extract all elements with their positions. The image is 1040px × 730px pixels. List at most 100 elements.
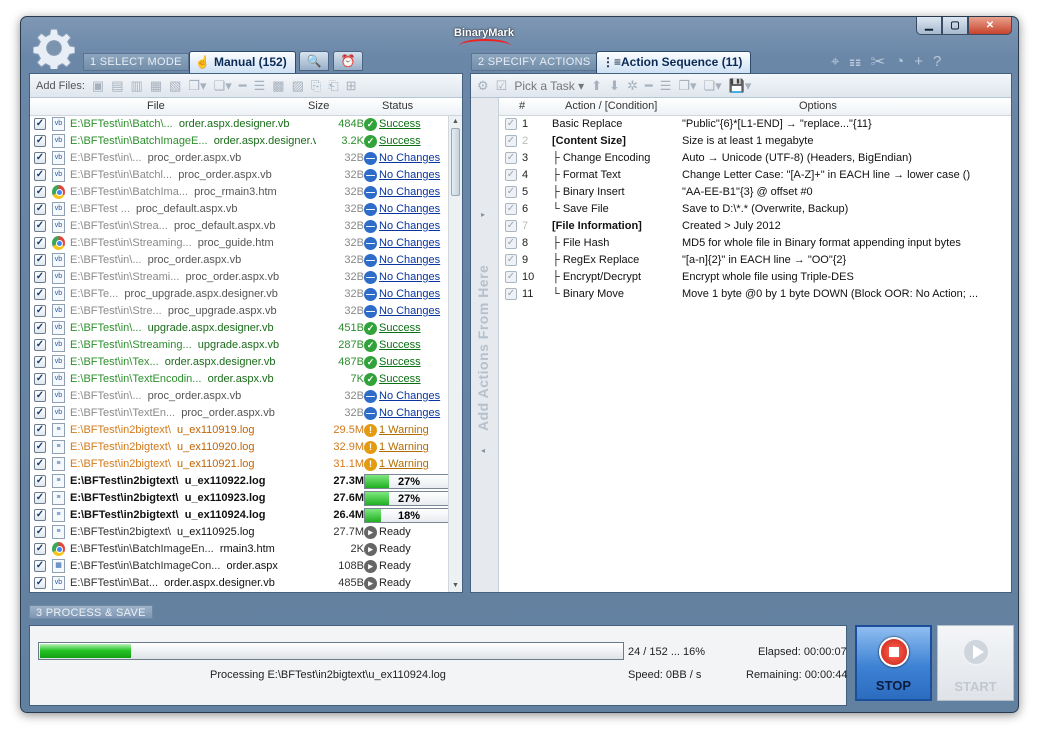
file-checkbox[interactable]: ✓ bbox=[34, 220, 46, 232]
file-checkbox[interactable]: ✓ bbox=[34, 203, 46, 215]
column-number[interactable]: # bbox=[519, 100, 525, 112]
file-status[interactable]: No Changes bbox=[379, 152, 440, 164]
file-status[interactable]: Success bbox=[379, 135, 421, 147]
file-status[interactable]: No Changes bbox=[379, 203, 440, 215]
file-row[interactable]: ✓ ≡ E:\BFTest\in2bigtext\ u_ex110919.log 29… bbox=[30, 422, 448, 439]
action-checkbox[interactable]: ✓ bbox=[505, 152, 517, 164]
settings-gear-icon[interactable] bbox=[33, 27, 75, 69]
file-status[interactable]: Success bbox=[379, 356, 421, 368]
scroll-up-icon[interactable]: ▲ bbox=[449, 116, 462, 128]
file-checkbox[interactable]: ✓ bbox=[34, 390, 46, 402]
action-row[interactable]: ✓ 10 ├ Encrypt/Decrypt Encrypt whole file u… bbox=[499, 269, 1011, 286]
action-row[interactable]: ✓ 4 ├ Format Text Change Letter Case: "[A-Z… bbox=[499, 167, 1011, 184]
tab-schedule[interactable]: ⏰ bbox=[333, 51, 363, 71]
paste-action-icon[interactable]: ❏▾ bbox=[704, 78, 722, 94]
file-row[interactable]: ✓ vb E:\BFTest\in\Batch\... order.aspx.des… bbox=[30, 116, 448, 133]
file-checkbox[interactable]: ✓ bbox=[34, 458, 46, 470]
action-checkbox[interactable]: ✓ bbox=[505, 169, 517, 181]
file-checkbox[interactable]: ✓ bbox=[34, 186, 46, 198]
file-checkbox[interactable]: ✓ bbox=[34, 305, 46, 317]
action-checkbox[interactable]: ✓ bbox=[505, 203, 517, 215]
scroll-thumb[interactable] bbox=[451, 128, 460, 196]
file-checkbox[interactable]: ✓ bbox=[34, 509, 46, 521]
check-all-icon[interactable]: ☑ bbox=[496, 78, 508, 94]
file-checkbox[interactable]: ✓ bbox=[34, 475, 46, 487]
select-all-icon[interactable]: ▩ bbox=[272, 78, 284, 94]
file-checkbox[interactable]: ✓ bbox=[34, 339, 46, 351]
file-checkbox[interactable]: ✓ bbox=[34, 407, 46, 419]
file-checkbox[interactable]: ✓ bbox=[34, 356, 46, 368]
remove-action-icon[interactable]: ━ bbox=[645, 78, 653, 94]
pick-task-dropdown[interactable]: Pick a Task ▾ bbox=[514, 79, 584, 93]
action-row[interactable]: ✓ 8 ├ File Hash MD5 for whole file in Binar… bbox=[499, 235, 1011, 252]
file-row[interactable]: ✓ vb E:\BFTest\in\... proc_order.aspx.vb 32… bbox=[30, 252, 448, 269]
signal-icon[interactable]: ◔ bbox=[895, 53, 914, 70]
file-status[interactable]: Success bbox=[379, 322, 421, 334]
file-status[interactable]: No Changes bbox=[379, 390, 440, 402]
add-list-icon[interactable]: ▦ bbox=[150, 78, 162, 94]
tab-manual[interactable]: ☝ Manual (152) bbox=[189, 51, 296, 73]
file-checkbox[interactable]: ✓ bbox=[34, 424, 46, 436]
column-options[interactable]: Options bbox=[799, 100, 837, 112]
file-status[interactable]: Success bbox=[379, 373, 421, 385]
file-status[interactable]: No Changes bbox=[379, 237, 440, 249]
start-button[interactable]: START bbox=[937, 625, 1014, 701]
action-checkbox[interactable]: ✓ bbox=[505, 118, 517, 130]
copy-action-icon[interactable]: ❐▾ bbox=[678, 78, 696, 94]
file-row[interactable]: ✓ ▦ E:\BFTest\in\BatchImageCon... order.as… bbox=[30, 558, 448, 575]
file-row[interactable]: ✓ ≡ E:\BFTest\in2bigtext\ u_ex110921.log 31… bbox=[30, 456, 448, 473]
file-row[interactable]: ✓ vb E:\BFTest\in\TextEn... proc_order.asp… bbox=[30, 405, 448, 422]
paste-icon[interactable]: ❏▾ bbox=[214, 78, 232, 94]
file-checkbox[interactable]: ✓ bbox=[34, 254, 46, 266]
file-status[interactable]: No Changes bbox=[379, 305, 440, 317]
file-status[interactable]: 1 Warning bbox=[379, 424, 429, 436]
save-sequence-icon[interactable]: 💾▾ bbox=[729, 78, 752, 94]
crosshair-icon[interactable]: ⌖ bbox=[831, 53, 849, 70]
file-row[interactable]: ✓ vb E:\BFTest\in\Bat... order.aspx.design… bbox=[30, 575, 448, 592]
action-checkbox[interactable]: ✓ bbox=[505, 186, 517, 198]
run-gear-icon[interactable]: ⚙ bbox=[477, 78, 489, 94]
file-checkbox[interactable]: ✓ bbox=[34, 322, 46, 334]
file-row[interactable]: ✓ vb E:\BFTest\in\... proc_order.aspx.vb 32… bbox=[30, 388, 448, 405]
remove-all-actions-icon[interactable]: ☰ bbox=[660, 78, 672, 94]
column-status[interactable]: Status bbox=[382, 100, 413, 112]
action-row[interactable]: ✓ 7 [File Information] Created > July 2012 bbox=[499, 218, 1011, 235]
stop-button[interactable]: STOP bbox=[855, 625, 932, 701]
file-checkbox[interactable]: ✓ bbox=[34, 543, 46, 555]
file-status[interactable]: Success bbox=[379, 118, 421, 130]
action-row[interactable]: ✓ 2 [Content Size] Size is at least 1 megab… bbox=[499, 133, 1011, 150]
remove-icon[interactable]: ━ bbox=[239, 78, 247, 94]
help-icon[interactable]: ? bbox=[933, 53, 951, 70]
file-row[interactable]: ✓ vb E:\BFTest\in\TextEncodin... order.asp… bbox=[30, 371, 448, 388]
copy-icon[interactable]: ❐▾ bbox=[188, 78, 206, 94]
file-status[interactable]: No Changes bbox=[379, 407, 440, 419]
action-row[interactable]: ✓ 1 Basic Replace "Public"{6}*[L1-END] → "r… bbox=[499, 116, 1011, 133]
add-actions-drop-zone[interactable]: ▸ Add Actions From Here ◂ bbox=[471, 98, 499, 592]
file-row[interactable]: ✓ vb E:\BFTest\in\Batchl... proc_order.asp… bbox=[30, 167, 448, 184]
file-checkbox[interactable]: ✓ bbox=[34, 492, 46, 504]
tab-folder-watch[interactable]: 🔍 bbox=[299, 51, 329, 71]
add-folder-icon[interactable]: ▤ bbox=[111, 78, 123, 94]
file-row[interactable]: ✓ E:\BFTest\in\Streaming... proc_guide.ht… bbox=[30, 235, 448, 252]
file-row[interactable]: ✓ vb E:\BFTest\in\Streami... proc_order.as… bbox=[30, 269, 448, 286]
files-scrollbar[interactable]: ▲ ▼ bbox=[448, 116, 462, 592]
action-row[interactable]: ✓ 3 ├ Change Encoding Auto → Unicode (UTF-8… bbox=[499, 150, 1011, 167]
file-checkbox[interactable]: ✓ bbox=[34, 526, 46, 538]
file-status[interactable]: No Changes bbox=[379, 220, 440, 232]
add-recursive-icon[interactable]: ▧ bbox=[169, 78, 181, 94]
import-icon[interactable]: ⎘ bbox=[311, 78, 321, 94]
file-checkbox[interactable]: ✓ bbox=[34, 373, 46, 385]
action-row[interactable]: ✓ 11 └ Binary Move Move 1 byte @0 by 1 byte… bbox=[499, 286, 1011, 303]
list-options-icon[interactable]: ⊞ bbox=[346, 78, 357, 94]
tab-action-sequence[interactable]: ⋮≡ Action Sequence (11) bbox=[596, 51, 752, 73]
file-row[interactable]: ✓ vb E:\BFTest\in\... upgrade.aspx.designe… bbox=[30, 320, 448, 337]
file-status[interactable]: No Changes bbox=[379, 254, 440, 266]
file-row[interactable]: ✓ ≡ E:\BFTest\in2bigtext\ u_ex110920.log 32… bbox=[30, 439, 448, 456]
file-row[interactable]: ✓ ≡ E:\BFTest\in2bigtext\ u_ex110922.log 27… bbox=[30, 473, 448, 490]
maximize-button[interactable]: ▢ bbox=[942, 17, 968, 35]
export-icon[interactable]: ⎗ bbox=[328, 78, 338, 94]
file-checkbox[interactable]: ✓ bbox=[34, 577, 46, 589]
file-row[interactable]: ✓ E:\BFTest\in\BatchIma... proc_rmain3.ht… bbox=[30, 184, 448, 201]
file-row[interactable]: ✓ vb E:\BFTest\in\Streaming... upgrade.asp… bbox=[30, 337, 448, 354]
file-status[interactable]: No Changes bbox=[379, 271, 440, 283]
